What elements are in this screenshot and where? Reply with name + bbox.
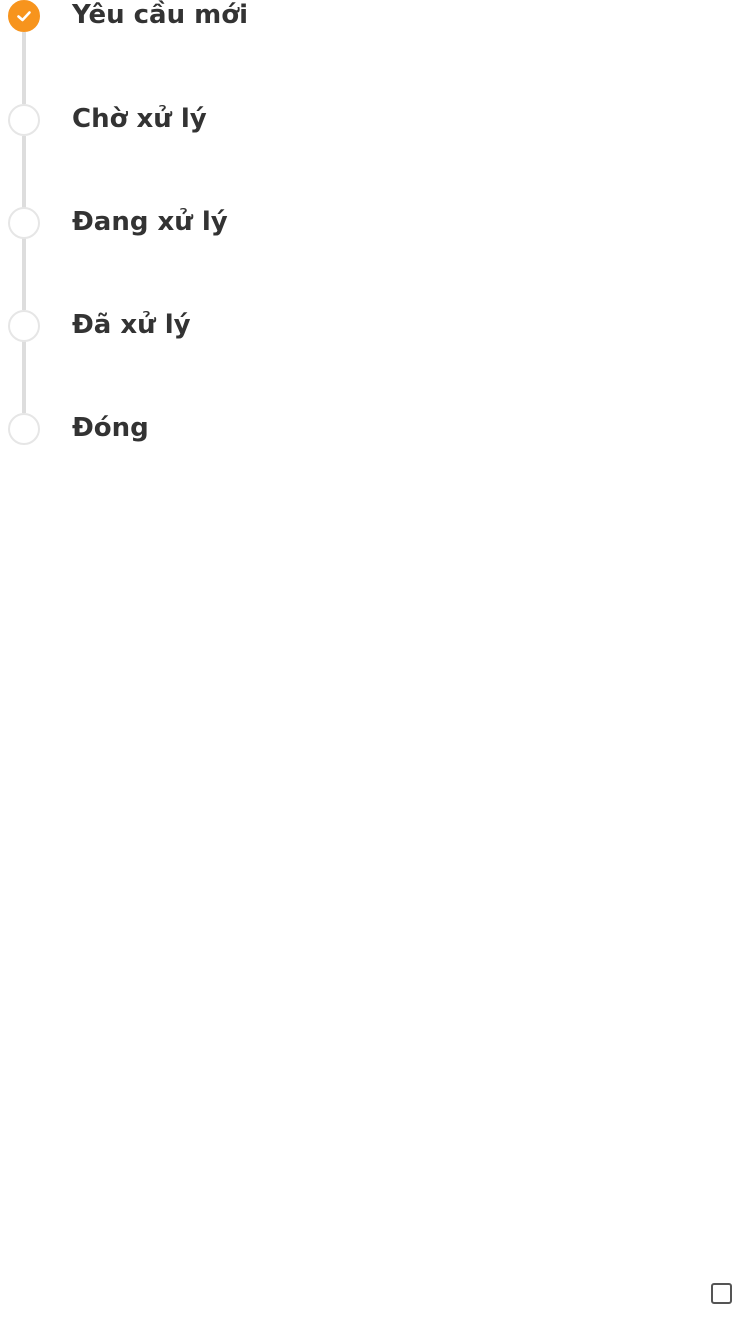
step-label: Đang xử lý <box>72 207 228 237</box>
step-label: Đóng <box>72 413 149 443</box>
timeline-connector <box>22 32 26 104</box>
status-timeline: Yêu cầu mới Chờ xử lý Đang xử lý Đã xử l… <box>0 0 750 460</box>
timeline-step-closed: Đóng <box>0 413 600 453</box>
timeline-step-processing: Đang xử lý <box>0 207 600 247</box>
timeline-step-new-request: Yêu cầu mới <box>0 0 600 40</box>
step-label: Chờ xử lý <box>72 104 207 134</box>
checkbox[interactable] <box>711 1283 732 1304</box>
check-icon <box>8 0 40 32</box>
empty-circle-icon <box>8 104 40 136</box>
empty-circle-icon <box>8 207 40 239</box>
step-label: Đã xử lý <box>72 310 191 340</box>
timeline-connector <box>22 341 26 413</box>
timeline-connector <box>22 136 26 208</box>
timeline-connector <box>22 238 26 310</box>
timeline-step-processed: Đã xử lý <box>0 310 600 350</box>
empty-circle-icon <box>8 413 40 445</box>
step-label: Yêu cầu mới <box>72 0 249 30</box>
empty-circle-icon <box>8 310 40 342</box>
timeline-step-pending: Chờ xử lý <box>0 104 600 144</box>
